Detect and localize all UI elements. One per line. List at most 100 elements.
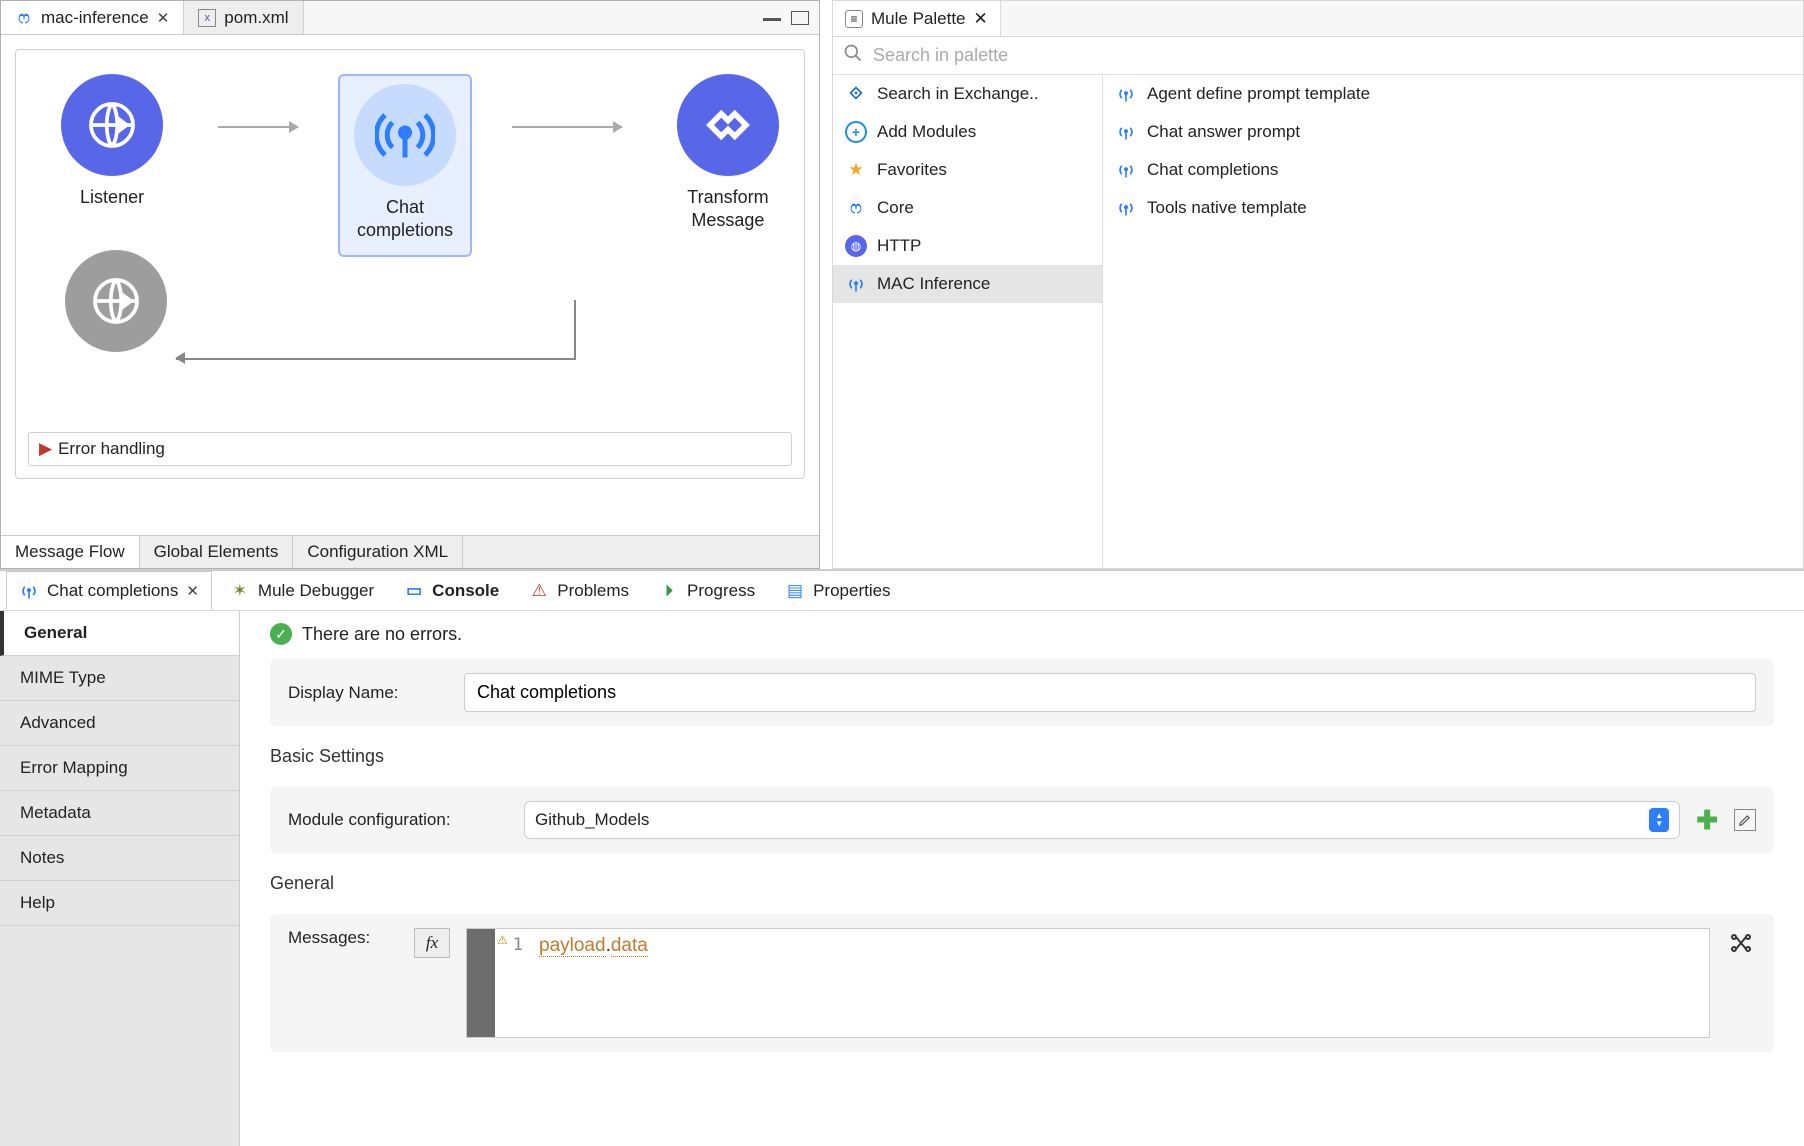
tab-properties[interactable]: ▤ Properties xyxy=(773,571,902,610)
palette-categories: ⟐ Search in Exchange.. + Add Modules ★ F… xyxy=(833,75,1103,568)
palette-item-http[interactable]: ◍ HTTP xyxy=(833,227,1102,265)
tab-global-elements[interactable]: Global Elements xyxy=(140,536,294,568)
close-icon[interactable]: ✕ xyxy=(157,9,170,27)
mule-icon: ෆ xyxy=(845,197,867,219)
tab-problems[interactable]: ⚠ Problems xyxy=(517,571,641,610)
palette-item-add-modules[interactable]: + Add Modules xyxy=(833,113,1102,151)
close-icon[interactable]: ✕ xyxy=(974,9,988,29)
tab-mule-debugger[interactable]: ✶ Mule Debugger xyxy=(218,571,386,610)
console-icon: ▭ xyxy=(404,581,424,601)
triangle-right-icon: ▶ xyxy=(39,439,52,459)
sidebar-item-help[interactable]: Help xyxy=(0,881,239,926)
sidebar-item-advanced[interactable]: Advanced xyxy=(0,701,239,746)
flow-canvas[interactable]: Listener Chat completions xyxy=(1,35,819,535)
module-config-value: Github_Models xyxy=(535,810,649,830)
node-label: Listener xyxy=(80,186,144,209)
basic-settings-title: Basic Settings xyxy=(270,746,1774,767)
display-name-input[interactable] xyxy=(464,673,1756,712)
module-config-label: Module configuration: xyxy=(288,810,508,830)
node-label: Chat completions xyxy=(352,196,458,243)
tab-progress[interactable]: ⏵ Progress xyxy=(647,571,767,610)
palette-item-exchange[interactable]: ⟐ Search in Exchange.. xyxy=(833,75,1102,113)
sidebar-item-error-mapping[interactable]: Error Mapping xyxy=(0,746,239,791)
problems-icon: ⚠ xyxy=(529,581,549,601)
exchange-icon: ⟐ xyxy=(845,83,867,105)
tab-console[interactable]: ▭ Console xyxy=(392,571,511,610)
antenna-icon xyxy=(19,581,39,601)
chevron-up-down-icon: ▲▼ xyxy=(1649,808,1669,832)
properties-content: ✓ There are no errors. Display Name: Bas… xyxy=(240,611,1804,1146)
palette-op-agent-define[interactable]: Agent define prompt template xyxy=(1103,75,1803,113)
sidebar-item-metadata[interactable]: Metadata xyxy=(0,791,239,836)
mule-icon: ෆ xyxy=(15,9,33,27)
flow-node-listener[interactable]: Listener xyxy=(46,74,178,209)
status-row: ✓ There are no errors. xyxy=(270,623,1774,645)
editor-tab-pom[interactable]: x pom.xml xyxy=(184,1,303,34)
palette-op-chat-completions[interactable]: Chat completions xyxy=(1103,151,1803,189)
close-icon[interactable]: ✕ xyxy=(186,582,199,600)
flow-node-chat-completions[interactable]: Chat completions xyxy=(338,74,472,257)
antenna-icon xyxy=(1115,159,1137,181)
editor-tabs: ෆ mac-inference ✕ x pom.xml xyxy=(1,1,819,35)
palette-operations: Agent define prompt template Chat answer… xyxy=(1103,75,1803,568)
palette-search-input[interactable] xyxy=(871,44,1793,67)
list-icon: ≡ xyxy=(845,10,863,28)
edit-config-button[interactable] xyxy=(1734,809,1756,831)
messages-label: Messages: xyxy=(288,928,398,948)
node-label: Transform Message xyxy=(662,186,794,233)
expr-token-data: data xyxy=(611,935,648,957)
star-icon: ★ xyxy=(845,159,867,181)
error-handling-section[interactable]: ▶ Error handling xyxy=(28,432,792,466)
palette-item-favorites[interactable]: ★ Favorites xyxy=(833,151,1102,189)
tab-message-flow[interactable]: Message Flow xyxy=(1,536,140,568)
status-text: There are no errors. xyxy=(302,624,462,645)
globe-arrow-icon xyxy=(84,97,140,153)
add-config-button[interactable]: ✚ xyxy=(1696,805,1718,836)
check-circle-icon: ✓ xyxy=(270,623,292,645)
expression-editor[interactable]: ⚠ 1 payload.data xyxy=(466,928,1710,1038)
tab-configuration-xml[interactable]: Configuration XML xyxy=(293,536,463,568)
fx-toggle-button[interactable]: fx xyxy=(414,928,450,958)
connection-arrow xyxy=(218,126,298,128)
views-tabs: Chat completions ✕ ✶ Mule Debugger ▭ Con… xyxy=(0,571,1804,611)
bug-icon: ✶ xyxy=(230,581,250,601)
sidebar-item-general[interactable]: General xyxy=(0,611,239,656)
antenna-icon xyxy=(1115,197,1137,219)
expr-token-payload: payload xyxy=(539,935,606,957)
minimize-icon[interactable] xyxy=(763,11,781,21)
sidebar-item-notes[interactable]: Notes xyxy=(0,836,239,881)
transform-icon xyxy=(701,98,755,152)
editor-tab-mac-inference[interactable]: ෆ mac-inference ✕ xyxy=(1,1,184,34)
tab-chat-completions[interactable]: Chat completions ✕ xyxy=(6,571,212,610)
error-handling-label: Error handling xyxy=(58,439,165,459)
maximize-icon[interactable] xyxy=(791,11,809,25)
editor-pane: ෆ mac-inference ✕ x pom.xml xyxy=(0,0,820,569)
globe-arrow-icon xyxy=(88,273,144,329)
mapping-icon xyxy=(1729,931,1753,955)
palette-op-chat-answer[interactable]: Chat answer prompt xyxy=(1103,113,1803,151)
warning-icon: ⚠ xyxy=(497,933,508,947)
general-section-title: General xyxy=(270,873,1774,894)
flow-node-response[interactable] xyxy=(56,250,176,352)
module-config-select[interactable]: Github_Models ▲▼ xyxy=(524,801,1680,839)
palette-item-core[interactable]: ෆ Core xyxy=(833,189,1102,227)
editor-tab-label: mac-inference xyxy=(41,8,149,28)
properties-sidebar: General MIME Type Advanced Error Mapping… xyxy=(0,611,240,1146)
http-icon: ◍ xyxy=(845,235,867,257)
palette-item-mac-inference[interactable]: MAC Inference xyxy=(833,265,1102,303)
plus-circle-icon: + xyxy=(845,121,867,143)
sidebar-item-mime-type[interactable]: MIME Type xyxy=(0,656,239,701)
palette-op-tools-native[interactable]: Tools native template xyxy=(1103,189,1803,227)
antenna-icon xyxy=(1115,83,1137,105)
map-button[interactable] xyxy=(1726,928,1756,958)
xml-file-icon: x xyxy=(198,9,216,27)
antenna-icon xyxy=(845,273,867,295)
flow-node-transform[interactable]: Transform Message xyxy=(662,74,794,233)
editor-bottom-tabs: Message Flow Global Elements Configurati… xyxy=(1,535,819,568)
progress-icon: ⏵ xyxy=(659,581,679,601)
mule-palette-pane: ≡ Mule Palette ✕ ⟐ Search in Exchange.. xyxy=(832,0,1804,569)
search-icon xyxy=(843,43,863,68)
antenna-icon xyxy=(1115,121,1137,143)
palette-tab[interactable]: ≡ Mule Palette ✕ xyxy=(833,1,1001,36)
antenna-icon xyxy=(375,105,435,165)
